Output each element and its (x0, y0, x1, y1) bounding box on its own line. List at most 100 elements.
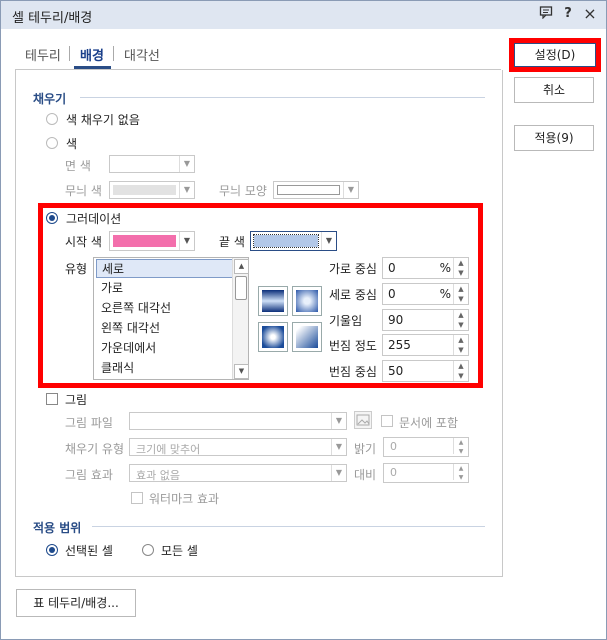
cancel-button[interactable]: 취소 (514, 77, 594, 103)
h-center-stepper[interactable]: 0 % ▲ ▼ (382, 257, 469, 279)
list-item[interactable]: 가운데에서 (96, 339, 233, 358)
no-fill-radio[interactable] (46, 113, 58, 125)
list-item[interactable]: 클래식 (96, 359, 233, 378)
brightness-label: 밝기 (354, 442, 377, 456)
chevron-down-icon: ▼ (331, 413, 346, 429)
all-cells-radio[interactable] (142, 544, 154, 556)
pattern-color-picker[interactable]: ▼ (109, 181, 195, 199)
picture-effect-value: 효과 없음 (136, 469, 180, 482)
gradient-square-button[interactable] (258, 322, 288, 352)
chevron-down-icon: ▼ (321, 232, 336, 250)
spin-arrows-icon[interactable]: ▲ ▼ (453, 335, 468, 355)
picture-checkbox[interactable] (46, 393, 58, 405)
pattern-shape-swatch (277, 185, 340, 195)
gradient-type-list[interactable]: 세로 가로 오른쪽 대각선 왼쪽 대각선 가운데에서 클래식 ▲ ▼ (93, 257, 249, 380)
v-center-label: 세로 중심 (329, 288, 377, 302)
picture-file-field[interactable]: ▼ (129, 412, 347, 430)
gradient-corner-button[interactable] (292, 322, 322, 352)
spin-arrows-icon[interactable]: ▲ ▼ (453, 258, 468, 278)
selected-cells-radio[interactable] (46, 544, 58, 556)
fill-type-select[interactable]: 크기에 맞추어 ▼ (129, 438, 347, 456)
gradient-radio[interactable] (46, 212, 58, 224)
picture-effect-label: 그림 효과 (65, 468, 113, 482)
spin-arrows-icon[interactable]: ▲ ▼ (453, 310, 468, 330)
blur-center-stepper[interactable]: 50 ▲ ▼ (382, 360, 469, 382)
include-in-doc-checkbox[interactable] (381, 415, 393, 427)
face-color-picker[interactable]: ▼ (109, 155, 195, 173)
scroll-up-icon[interactable]: ▲ (234, 259, 249, 274)
gradient-label: 그러데이션 (66, 212, 122, 226)
tab-divider (113, 46, 114, 61)
v-center-stepper[interactable]: 0 % ▲ ▼ (382, 283, 469, 305)
scope-section-line (92, 526, 485, 527)
close-icon[interactable]: × (582, 5, 598, 23)
end-color-picker[interactable]: ▼ (250, 231, 337, 251)
start-color-picker[interactable]: ▼ (109, 231, 195, 251)
contrast-stepper[interactable]: 0 ▲ ▼ (383, 463, 469, 483)
brightness-stepper[interactable]: 0 ▲ ▼ (383, 437, 469, 457)
include-in-doc-label: 문서에 포함 (399, 416, 459, 430)
gradient-center-icon (296, 290, 318, 312)
face-color-label: 면 색 (65, 159, 91, 173)
ok-button[interactable]: 설정(D) (514, 43, 596, 67)
chevron-down-icon: ▼ (331, 439, 346, 455)
watermark-label: 워터마크 효과 (149, 492, 220, 506)
picture-effect-select[interactable]: 효과 없음 ▼ (129, 464, 347, 482)
list-item[interactable]: 오른쪽 대각선 (96, 299, 233, 318)
apply-button[interactable]: 적용(9) (514, 125, 594, 151)
pattern-shape-picker[interactable]: ▼ (273, 181, 359, 199)
chevron-down-icon: ▼ (179, 182, 194, 198)
gradient-square-icon (262, 326, 284, 348)
tilt-label: 기울임 (329, 314, 363, 328)
blur-level-value: 255 (388, 338, 411, 352)
type-label: 유형 (65, 262, 88, 276)
tilt-value: 90 (388, 313, 404, 327)
end-color-swatch (253, 234, 319, 248)
list-scrollbar[interactable]: ▲ ▼ (232, 258, 249, 379)
color-fill-label: 색 (66, 137, 78, 151)
color-fill-radio[interactable] (46, 137, 58, 149)
scroll-thumb[interactable] (235, 276, 247, 300)
fill-section-title: 채우기 (33, 92, 67, 106)
list-item[interactable]: 세로 (96, 259, 233, 278)
watermark-checkbox[interactable] (131, 492, 143, 504)
tilt-stepper[interactable]: 90 ▲ ▼ (382, 309, 469, 331)
blur-level-stepper[interactable]: 255 ▲ ▼ (382, 334, 469, 356)
percent-unit: % (439, 261, 451, 275)
fill-type-label: 채우기 유형 (65, 442, 125, 456)
scope-section-title: 적용 범위 (33, 521, 82, 535)
scroll-down-icon[interactable]: ▼ (234, 364, 249, 379)
table-border-background-button[interactable]: 표 테두리/배경... (16, 589, 136, 617)
tab-divider (69, 46, 70, 61)
tab-diagonal[interactable]: 대각선 (124, 45, 160, 64)
picture-label: 그림 (65, 393, 88, 407)
pattern-shape-label: 무늬 모양 (219, 184, 267, 198)
pattern-color-label: 무늬 색 (65, 184, 102, 198)
tab-background[interactable]: 배경 (80, 45, 104, 64)
contrast-label: 대비 (354, 468, 377, 482)
brightness-value: 0 (390, 440, 397, 453)
chevron-down-icon: ▼ (343, 182, 358, 198)
blur-center-label: 번짐 중심 (329, 365, 377, 379)
spin-arrows-icon[interactable]: ▲ ▼ (453, 361, 468, 381)
v-center-value: 0 (388, 287, 396, 301)
gradient-corner-icon (296, 326, 318, 348)
selected-cells-label: 선택된 셀 (65, 544, 113, 558)
help-icon[interactable]: ? (560, 5, 576, 23)
h-center-label: 가로 중심 (329, 262, 377, 276)
chat-icon[interactable] (538, 5, 554, 23)
gradient-center-button[interactable] (292, 286, 322, 316)
start-color-label: 시작 색 (65, 235, 102, 249)
picture-file-label: 그림 파일 (65, 416, 113, 430)
gradient-vertical-button[interactable] (258, 286, 288, 316)
tab-border[interactable]: 테두리 (25, 45, 61, 64)
list-item[interactable]: 왼쪽 대각선 (96, 319, 233, 338)
no-fill-label: 색 채우기 없음 (66, 113, 140, 127)
chevron-down-icon: ▼ (179, 156, 194, 172)
spin-arrows-icon[interactable]: ▲ ▼ (453, 284, 468, 304)
list-item[interactable]: 가로 (96, 279, 233, 298)
image-browse-icon[interactable] (354, 411, 372, 429)
end-color-label: 끝 색 (219, 235, 245, 249)
blur-center-value: 50 (388, 364, 404, 378)
gradient-vertical-icon (262, 290, 284, 312)
